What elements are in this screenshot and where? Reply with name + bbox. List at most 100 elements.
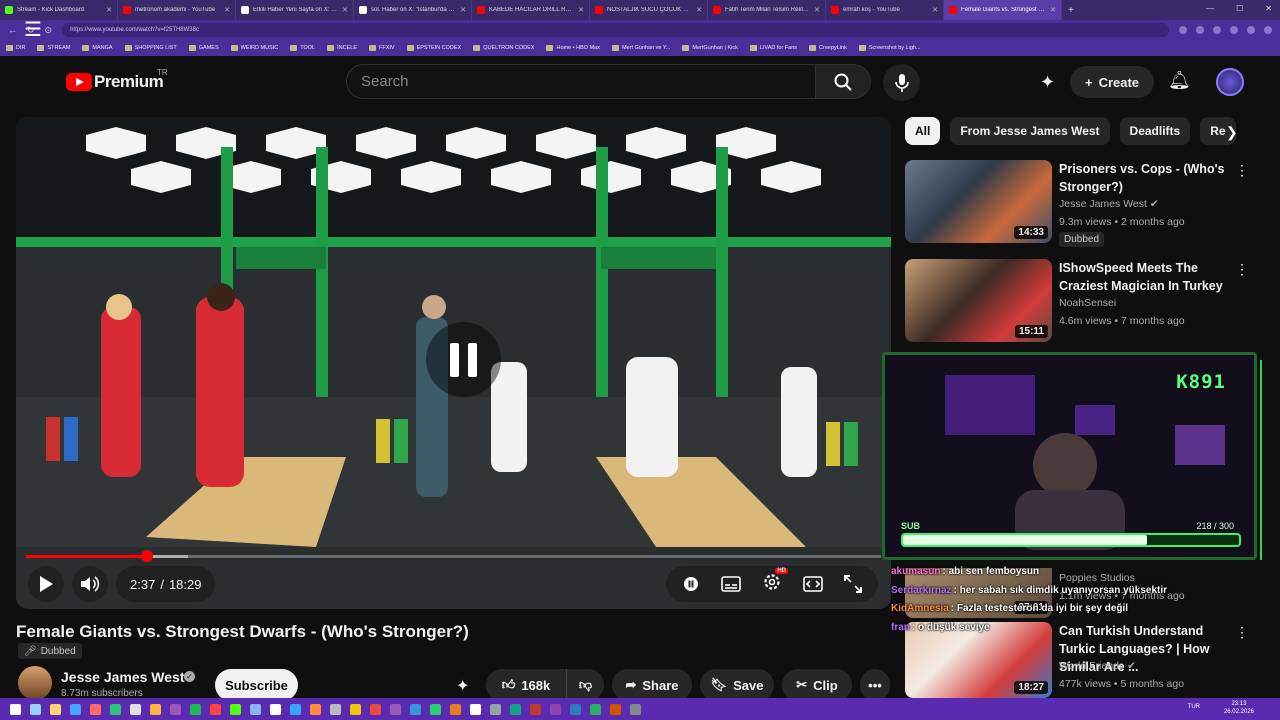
bookmark-item[interactable]: Mert Günhan ve Y... xyxy=(611,45,670,51)
close-tab-icon[interactable]: ✕ xyxy=(578,6,584,14)
progress-bar[interactable] xyxy=(26,550,881,562)
recommended-video[interactable]: 14:33 Prisoners vs. Cops - (Who's Strong… xyxy=(905,160,1255,247)
chevron-right-icon[interactable]: ❯ xyxy=(1226,124,1238,141)
chat-username[interactable]: KidAmnesia xyxy=(891,603,949,614)
search-input[interactable]: Search xyxy=(346,64,816,99)
taskbar-app-icon[interactable] xyxy=(150,703,161,715)
subscribe-button[interactable]: Subscribe xyxy=(215,669,298,701)
share-button[interactable]: ➦ Share xyxy=(612,669,692,701)
extension-icon[interactable] xyxy=(1196,26,1204,34)
taskbar-app-icon[interactable] xyxy=(90,703,101,715)
extension-icon[interactable] xyxy=(1230,26,1238,34)
language-indicator[interactable]: TUR xyxy=(1188,704,1200,710)
close-tab-icon[interactable]: ✕ xyxy=(696,6,702,14)
youtube-premium-logo[interactable]: Premium xyxy=(94,72,164,92)
more-vertical-icon[interactable]: ⋮ xyxy=(1235,624,1249,641)
like-button[interactable]: 👍︎ 168k xyxy=(486,669,566,701)
taskbar-app-icon[interactable] xyxy=(510,703,521,715)
browser-tab[interactable]: metronom akademi - YouTube ✕ xyxy=(118,0,236,20)
browser-tab[interactable]: Female Giants vs. Strongest D... ✕ xyxy=(944,0,1062,20)
voice-search-button[interactable] xyxy=(883,64,920,101)
taskbar-app-icon[interactable] xyxy=(470,703,481,715)
extension-icon[interactable] xyxy=(1179,26,1187,34)
taskbar-app-icon[interactable] xyxy=(50,703,61,715)
taskbar-app-icon[interactable] xyxy=(170,703,181,715)
search-button[interactable] xyxy=(815,64,871,99)
channel-name[interactable]: Jesse James West xyxy=(61,669,185,685)
taskbar-app-icon[interactable] xyxy=(430,703,441,715)
bookmark-item[interactable]: QUELTRON CODEX xyxy=(473,45,534,51)
bookmark-item[interactable]: İNCELE xyxy=(327,45,357,51)
fullscreen-icon[interactable] xyxy=(843,575,862,593)
chat-username[interactable]: fran xyxy=(891,622,910,633)
bookmark-item[interactable]: LIVAD for Fans xyxy=(749,45,797,51)
taskbar-app-icon[interactable] xyxy=(550,703,561,715)
taskbar-app-icon[interactable] xyxy=(290,703,301,715)
close-tab-icon[interactable]: ✕ xyxy=(460,6,466,14)
ask-ai-icon[interactable]: ✦ xyxy=(1040,72,1055,93)
recommended-channel[interactable]: World Friends ✔ xyxy=(1059,660,1136,672)
recommended-video[interactable]: 15:11 IShowSpeed Meets The Craziest Magi… xyxy=(905,259,1255,343)
chat-username[interactable]: Serdarkırnaz xyxy=(891,585,952,596)
autoplay-toggle-icon[interactable] xyxy=(682,575,700,593)
taskbar-app-icon[interactable] xyxy=(490,703,501,715)
video-thumbnail[interactable]: 14:33 xyxy=(905,160,1052,243)
filter-chip[interactable]: Deadlifts xyxy=(1119,117,1191,145)
recommended-channel[interactable]: Poppies Studios xyxy=(1059,572,1135,584)
minimize-icon[interactable]: — xyxy=(1206,4,1214,13)
scrollbar[interactable] xyxy=(1260,360,1274,560)
close-window-icon[interactable]: ✕ xyxy=(1265,4,1272,13)
channel-avatar[interactable] xyxy=(18,666,52,700)
taskbar-app-icon[interactable] xyxy=(450,703,461,715)
bookmark-item[interactable]: STREAM xyxy=(37,45,70,51)
create-button[interactable]: + Create xyxy=(1070,66,1154,98)
site-info-icon[interactable]: ⊙ xyxy=(45,25,53,36)
more-vertical-icon[interactable]: ⋮ xyxy=(1235,162,1249,179)
volume-button[interactable] xyxy=(72,566,108,602)
taskbar-app-icon[interactable] xyxy=(270,703,281,715)
browser-tab[interactable]: Etkili Haber Yeni Sayfa on X: "Mura...✕ xyxy=(236,0,354,20)
taskbar-app-icon[interactable] xyxy=(610,703,621,715)
more-vertical-icon[interactable]: ⋮ xyxy=(1235,261,1249,278)
taskbar-app-icon[interactable] xyxy=(630,703,641,715)
taskbar-app-icon[interactable] xyxy=(250,703,261,715)
account-avatar[interactable] xyxy=(1216,68,1244,96)
close-tab-icon[interactable]: ✕ xyxy=(106,6,112,14)
taskbar-app-icon[interactable] xyxy=(70,703,81,715)
settings-button[interactable]: HD xyxy=(762,567,788,597)
taskbar-app-icon[interactable] xyxy=(10,703,21,715)
browser-tab[interactable]: Fatih Terim Milan Telsim Reklamı... ✕ xyxy=(708,0,826,20)
close-tab-icon[interactable]: ✕ xyxy=(224,6,230,14)
taskbar-app-icon[interactable] xyxy=(410,703,421,715)
browser-tab[interactable]: NOSTALJİK SUCU ÇOCUK 1995 REMIX... ✕ xyxy=(590,0,708,20)
extension-icon[interactable] xyxy=(1247,26,1255,34)
bookmark-item[interactable]: CreepyLink xyxy=(809,45,847,51)
clip-button[interactable]: ✂ Clip xyxy=(782,669,852,701)
youtube-logo-icon[interactable] xyxy=(66,73,92,91)
video-thumbnail[interactable]: 15:11 xyxy=(905,259,1052,342)
taskbar-app-icon[interactable] xyxy=(110,703,121,715)
chat-username[interactable]: akumasun xyxy=(891,566,940,577)
recommended-channel[interactable]: NoahSensei xyxy=(1059,297,1116,309)
bookmark-item[interactable]: DIR xyxy=(6,45,25,51)
video-thumbnail[interactable]: 18:27 xyxy=(905,622,1052,698)
recommended-title[interactable]: IShowSpeed Meets The Craziest Magician I… xyxy=(1059,259,1234,295)
taskbar-app-icon[interactable] xyxy=(130,703,141,715)
browser-tab[interactable]: Stream - Kick Dashboard ✕ xyxy=(0,0,118,20)
recommended-video[interactable]: 18:27 Can Turkish Understand Turkic Lang… xyxy=(905,622,1255,706)
pause-overlay-icon[interactable] xyxy=(426,322,501,397)
play-button[interactable] xyxy=(28,566,64,602)
taskbar-app-icon[interactable] xyxy=(570,703,581,715)
browser-tab[interactable]: emrah koş - YouTube ✕ xyxy=(826,0,944,20)
recommended-title[interactable]: Prisoners vs. Cops - (Who's Stronger?) xyxy=(1059,160,1234,196)
video-player[interactable]: 2:37 / 18:29 HD xyxy=(16,117,891,609)
system-clock[interactable]: 23:13 26.02.2026 xyxy=(1224,700,1254,716)
close-tab-icon[interactable]: ✕ xyxy=(342,6,348,14)
bookmark-item[interactable]: Home • HBO Max xyxy=(546,45,600,51)
notifications-bell-icon[interactable]: 🔔︎ xyxy=(1168,70,1191,91)
close-tab-icon[interactable]: ✕ xyxy=(814,6,820,14)
close-tab-icon[interactable]: ✕ xyxy=(1050,6,1056,14)
theater-mode-icon[interactable] xyxy=(802,576,823,592)
extension-icon[interactable] xyxy=(1213,26,1221,34)
filter-chip[interactable]: From Jesse James West xyxy=(950,117,1110,145)
